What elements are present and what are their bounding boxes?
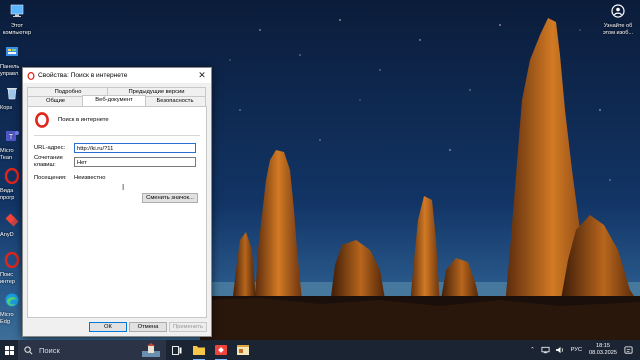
tab-web-document[interactable]: Веб-документ xyxy=(82,95,146,106)
system-tray: ⌃ РУС 18:15 08.03.2025 xyxy=(527,340,636,360)
desktop-icon-teams[interactable]: T Micro Tean xyxy=(0,128,22,161)
taskbar-file-explorer[interactable] xyxy=(188,340,210,360)
desktop-icon-label-line2: компьютер xyxy=(2,29,32,36)
search-placeholder: Поиск xyxy=(39,345,60,355)
close-button[interactable]: ✕ xyxy=(196,69,208,81)
opera-search-icon xyxy=(4,251,20,269)
web-document-panel: Поиск в интернете URL-адрес: http://ki.r… xyxy=(27,106,207,318)
task-view-icon xyxy=(172,345,182,355)
change-icon-button[interactable]: Сменить значок... xyxy=(142,193,198,203)
desktop-icon-label: AnyD xyxy=(0,232,14,239)
monitor-icon xyxy=(10,4,24,17)
desktop-icon-learn-about-picture[interactable]: Узнайте об этом изоб... xyxy=(598,3,638,36)
hotkey-label-line1: Сочетание xyxy=(34,155,63,161)
tab-label: Подробно xyxy=(54,89,82,95)
taskbar-app-window[interactable] xyxy=(232,340,254,360)
desktop-icon-label-line1: Узнайте об xyxy=(603,23,633,30)
visits-value: Неизвестно xyxy=(74,175,106,181)
desktop-icon-this-pc[interactable]: Этот компьютер xyxy=(0,3,34,36)
start-button[interactable] xyxy=(0,340,18,360)
clock-date: 08.03.2025 xyxy=(589,350,617,356)
language-indicator[interactable]: РУС xyxy=(571,347,582,353)
dialog-tabs: Подробно Предыдущие версии Общие Веб-док… xyxy=(27,83,207,107)
recycle-bin-icon xyxy=(7,88,17,100)
url-input[interactable]: http://ki.ru/?11 xyxy=(74,143,196,153)
opera-icon xyxy=(35,112,49,128)
taskbar-search-box[interactable]: Поиск xyxy=(18,340,166,360)
opera-icon xyxy=(27,71,35,80)
opera-icon xyxy=(4,167,20,185)
divider xyxy=(34,135,200,136)
shortcut-header: Поиск в интернете xyxy=(34,112,109,128)
ok-button[interactable]: ОК xyxy=(89,322,127,332)
url-label: URL-адрес: xyxy=(34,145,66,151)
learn-about-picture-icon xyxy=(611,4,625,18)
desktop-icon-label-line2: интер xyxy=(0,278,15,285)
network-icon[interactable] xyxy=(541,346,550,354)
clock-time: 18:15 xyxy=(596,343,610,349)
control-panel-icon xyxy=(6,47,18,56)
anydesk-icon xyxy=(215,345,227,355)
chevron-up-icon[interactable]: ⌃ xyxy=(530,347,535,353)
desktop-icon-control-panel[interactable]: Панель управл xyxy=(0,44,24,77)
taskbar: Поиск ⌃ РУС 18:15 08.03.2025 xyxy=(0,340,640,360)
dialog-titlebar[interactable]: Свойства: Поиск в интернете ✕ xyxy=(23,68,211,83)
desktop-icon-opera-program[interactable]: Вида прогр xyxy=(0,167,22,201)
cancel-button[interactable]: Отмена xyxy=(129,322,167,332)
tab-security[interactable]: Безопасность xyxy=(144,96,206,106)
edge-icon xyxy=(5,293,19,307)
desktop-icon-edge[interactable]: Micro Edg xyxy=(0,292,22,325)
tab-label: Общие xyxy=(45,98,66,104)
dialog-title: Свойства: Поиск в интернете xyxy=(38,72,128,79)
anydesk-icon xyxy=(5,213,19,227)
apply-button[interactable]: Применить xyxy=(169,322,207,332)
tab-general[interactable]: Общие xyxy=(27,96,84,106)
taskbar-task-view[interactable] xyxy=(166,340,188,360)
search-icon xyxy=(24,345,33,354)
desktop-icon-label-line2: Tean xyxy=(0,154,13,161)
visits-label: Посещения: xyxy=(34,175,67,181)
desktop-icon-anydesk[interactable]: AnyD xyxy=(0,212,22,239)
app-window-icon xyxy=(237,345,249,355)
tab-label: Безопасность xyxy=(156,98,194,104)
desktop-icon-internet-search[interactable]: Поис интер xyxy=(0,251,22,285)
folder-icon xyxy=(193,346,205,355)
text-cursor-icon: I xyxy=(122,183,125,192)
notifications-icon[interactable] xyxy=(624,345,633,355)
desktop-icon-label-line2: управл xyxy=(0,70,19,77)
clock[interactable]: 18:15 08.03.2025 xyxy=(589,343,617,357)
svg-text:T: T xyxy=(9,134,14,141)
search-highlight-image-icon xyxy=(142,343,160,357)
shortcut-name: Поиск в интернете xyxy=(58,117,109,123)
desktop-icon-recycle-bin[interactable]: Корз xyxy=(0,85,22,112)
desktop-icon-label-line2: Edg xyxy=(0,318,10,325)
properties-dialog: Свойства: Поиск в интернете ✕ Подробно П… xyxy=(22,67,212,337)
desktop-icon-label-line2: прогр xyxy=(0,194,15,201)
hotkey-label-line2: клавиш: xyxy=(34,161,56,168)
tab-label: Веб-документ xyxy=(95,97,133,103)
desktop-icon-label-line2: этом изоб... xyxy=(602,29,634,36)
hotkey-input[interactable]: Нет xyxy=(74,157,196,167)
desktop-icon-label: Корз xyxy=(0,105,12,112)
taskbar-anydesk[interactable] xyxy=(210,340,232,360)
close-icon: ✕ xyxy=(198,70,206,80)
volume-icon[interactable] xyxy=(555,346,565,354)
teams-icon: T xyxy=(6,131,19,141)
hotkey-label: Сочетание клавиш: xyxy=(34,155,63,168)
windows-logo-icon xyxy=(4,345,14,355)
